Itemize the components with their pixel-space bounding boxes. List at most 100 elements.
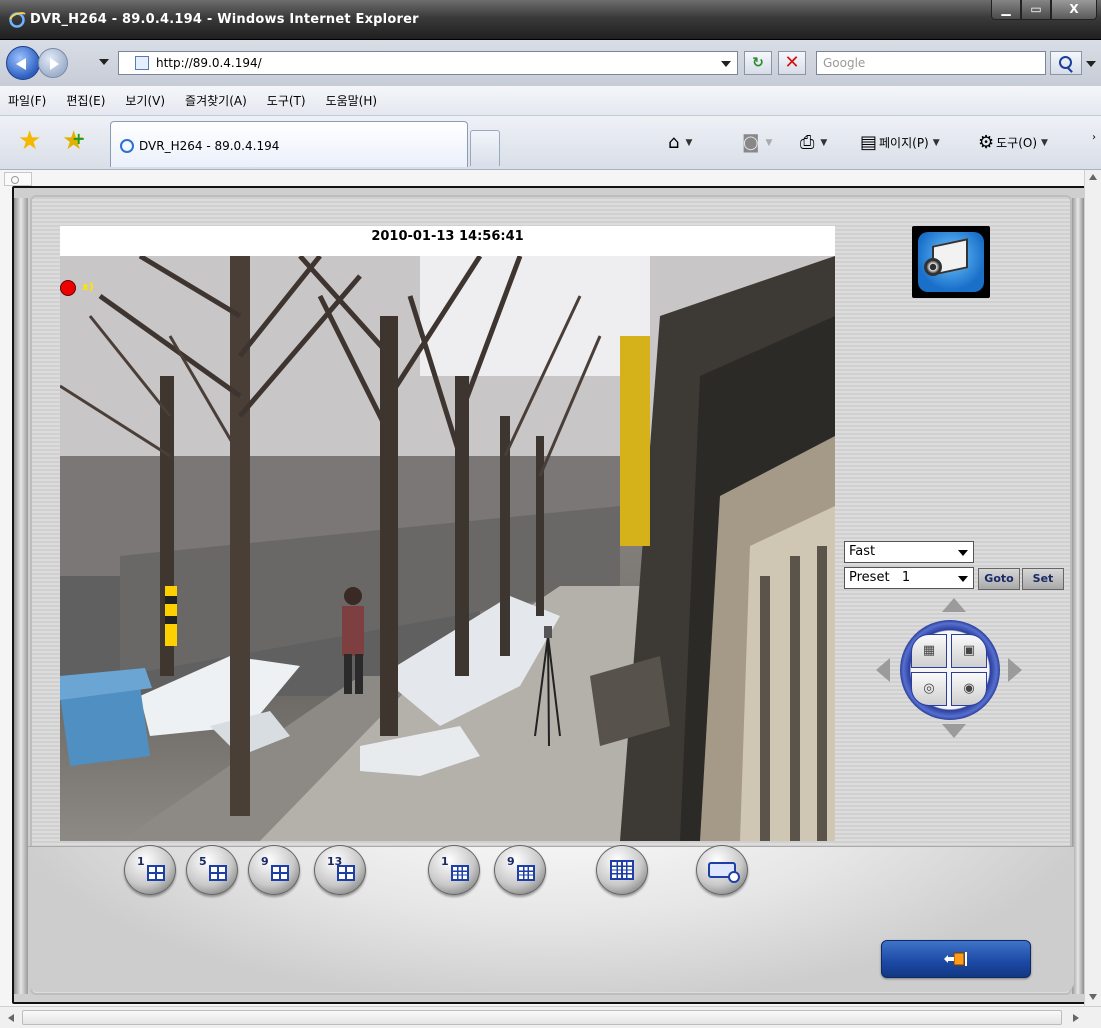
layout-number: 9: [507, 855, 515, 868]
quad-grid-icon: [147, 865, 165, 881]
ptz-speed-select[interactable]: Fast: [844, 541, 974, 563]
page-icon: [135, 56, 149, 70]
pan-down-arrow-icon[interactable]: [942, 724, 966, 738]
page-tool-icon[interactable]: [4, 172, 32, 186]
layout-1-split-button[interactable]: 1: [124, 845, 176, 895]
page-menu-button[interactable]: ▤ 페이지(P) ▼: [860, 132, 940, 153]
ie-logo-icon: [9, 12, 26, 28]
favorites-star-icon[interactable]: ★: [18, 128, 41, 154]
page-menu-label: 페이지(P): [879, 136, 929, 150]
chevron-down-icon: [958, 550, 968, 556]
maximize-button[interactable]: ▭: [1021, 0, 1051, 20]
frame-left-rail: [14, 198, 28, 994]
feeds-button[interactable]: ◙ ▼: [742, 132, 772, 153]
tab-bar: ★ ★ DVR_H264 - 89.0.4.194 ⌂▼ ◙▼ ⎙▼ ▤페이지(…: [0, 116, 1101, 170]
goto-preset-button[interactable]: Goto: [978, 568, 1020, 590]
menu-favorites[interactable]: 즐겨찾기(A): [185, 92, 247, 109]
search-icon[interactable]: [1050, 51, 1082, 75]
rss-icon: ◙: [742, 132, 760, 153]
layout-number: 1: [137, 855, 145, 868]
street-scene-image: [60, 256, 835, 841]
search-camera-icon: [708, 862, 740, 883]
vertical-scrollbar[interactable]: [1084, 170, 1101, 1006]
layout-number: 5: [199, 855, 207, 868]
search-options-dropdown-icon[interactable]: [1086, 61, 1096, 67]
printer-icon: ⎙: [800, 132, 815, 153]
recording-indicator-icon: [60, 280, 76, 296]
scroll-right-icon[interactable]: [1073, 1014, 1079, 1022]
logout-button[interactable]: [881, 940, 1031, 978]
print-button[interactable]: ⎙ ▼: [800, 132, 827, 153]
menu-edit[interactable]: 편집(E): [66, 92, 105, 109]
home-icon: ⌂: [668, 132, 680, 153]
window-title: DVR_H264 - 89.0.4.194 - Windows Internet…: [30, 12, 419, 27]
search-placeholder: Google: [823, 56, 866, 70]
camera-logo-icon: [912, 226, 990, 298]
address-toolbar: http://89.0.4.194/ ↻ ✕ Google: [0, 40, 1101, 86]
address-input[interactable]: http://89.0.4.194/: [118, 51, 738, 75]
pan-right-arrow-icon[interactable]: [1008, 658, 1022, 682]
nine-grid-icon: [517, 865, 535, 881]
close-button[interactable]: X: [1051, 0, 1097, 20]
scroll-down-icon[interactable]: [1089, 994, 1097, 1000]
sixteen-grid-icon: [610, 860, 634, 880]
video-timestamp: 2010-01-13 14:56:41: [371, 229, 524, 244]
layout-16-split-button[interactable]: [596, 845, 648, 895]
set-preset-button[interactable]: Set: [1022, 568, 1064, 590]
forward-button[interactable]: [38, 48, 68, 78]
menu-view[interactable]: 보기(V): [125, 92, 165, 109]
stop-button[interactable]: ✕: [778, 51, 806, 75]
horizontal-scrollbar[interactable]: [0, 1006, 1101, 1028]
chevron-down-icon: [958, 576, 968, 582]
focus-near-icon[interactable]: ◎: [911, 672, 947, 706]
url-dropdown-icon[interactable]: [721, 61, 731, 67]
nine-grid-icon: [451, 865, 469, 881]
layout-number: 1: [441, 855, 449, 868]
add-favorite-icon[interactable]: ★: [62, 126, 86, 154]
more-commands-icon[interactable]: ›: [1092, 132, 1096, 143]
preset-value: Preset 1: [849, 570, 911, 585]
tools-menu-label: 도구(O): [996, 136, 1038, 150]
layout-number: 9: [261, 855, 269, 868]
home-button[interactable]: ⌂ ▼: [668, 132, 692, 153]
layout-9-split-button[interactable]: 9: [248, 845, 300, 895]
layout-5-split-button[interactable]: 5: [186, 845, 238, 895]
menu-bar: 파일(F) 편집(E) 보기(V) 즐겨찾기(A) 도구(T) 도움말(H): [0, 86, 1101, 116]
scroll-up-icon[interactable]: [1089, 174, 1097, 180]
video-panel: 2010-01-13 14:56:41 ᴥ): [60, 226, 835, 841]
scrollbar-thumb[interactable]: [22, 1010, 1062, 1025]
layout-9ch-page2-button[interactable]: 9: [494, 845, 546, 895]
search-input[interactable]: Google: [816, 51, 1046, 75]
tab-ie-icon: [120, 139, 134, 153]
layout-13-split-button[interactable]: 13: [314, 845, 366, 895]
new-tab-button[interactable]: [470, 130, 500, 166]
minimize-button[interactable]: ▁: [991, 0, 1021, 20]
ptz-speed-value: Fast: [849, 544, 876, 559]
zoom-out-icon[interactable]: ▦: [911, 634, 947, 668]
quad-grid-icon: [271, 865, 289, 881]
layout-9ch-page1-button[interactable]: 1: [428, 845, 480, 895]
url-text: http://89.0.4.194/: [156, 56, 262, 70]
pan-left-arrow-icon[interactable]: [876, 658, 890, 682]
page-icon: ▤: [860, 132, 878, 153]
history-dropdown-icon[interactable]: [99, 59, 109, 65]
pan-up-arrow-icon[interactable]: [942, 598, 966, 612]
search-playback-button[interactable]: [696, 845, 748, 895]
tools-menu-button[interactable]: ⚙ 도구(O) ▼: [978, 132, 1048, 153]
back-button[interactable]: [6, 46, 40, 80]
quad-grid-icon: [209, 865, 227, 881]
menu-file[interactable]: 파일(F): [8, 92, 46, 109]
menu-tools[interactable]: 도구(T): [267, 92, 306, 109]
tab-dvr[interactable]: DVR_H264 - 89.0.4.194: [110, 121, 468, 167]
gear-icon: ⚙: [978, 132, 995, 153]
menu-help[interactable]: 도움말(H): [326, 92, 378, 109]
window-title-bar: DVR_H264 - 89.0.4.194 - Windows Internet…: [0, 0, 1101, 40]
preset-select[interactable]: Preset 1: [844, 567, 974, 589]
exit-door-icon: [944, 952, 967, 966]
tab-label: DVR_H264 - 89.0.4.194: [139, 139, 280, 153]
zoom-in-icon[interactable]: ▣: [951, 634, 987, 668]
refresh-button[interactable]: ↻: [744, 51, 772, 75]
quad-grid-icon: [337, 865, 355, 881]
scroll-left-icon[interactable]: [8, 1014, 14, 1022]
camera-video-feed[interactable]: ᴥ): [60, 256, 835, 841]
